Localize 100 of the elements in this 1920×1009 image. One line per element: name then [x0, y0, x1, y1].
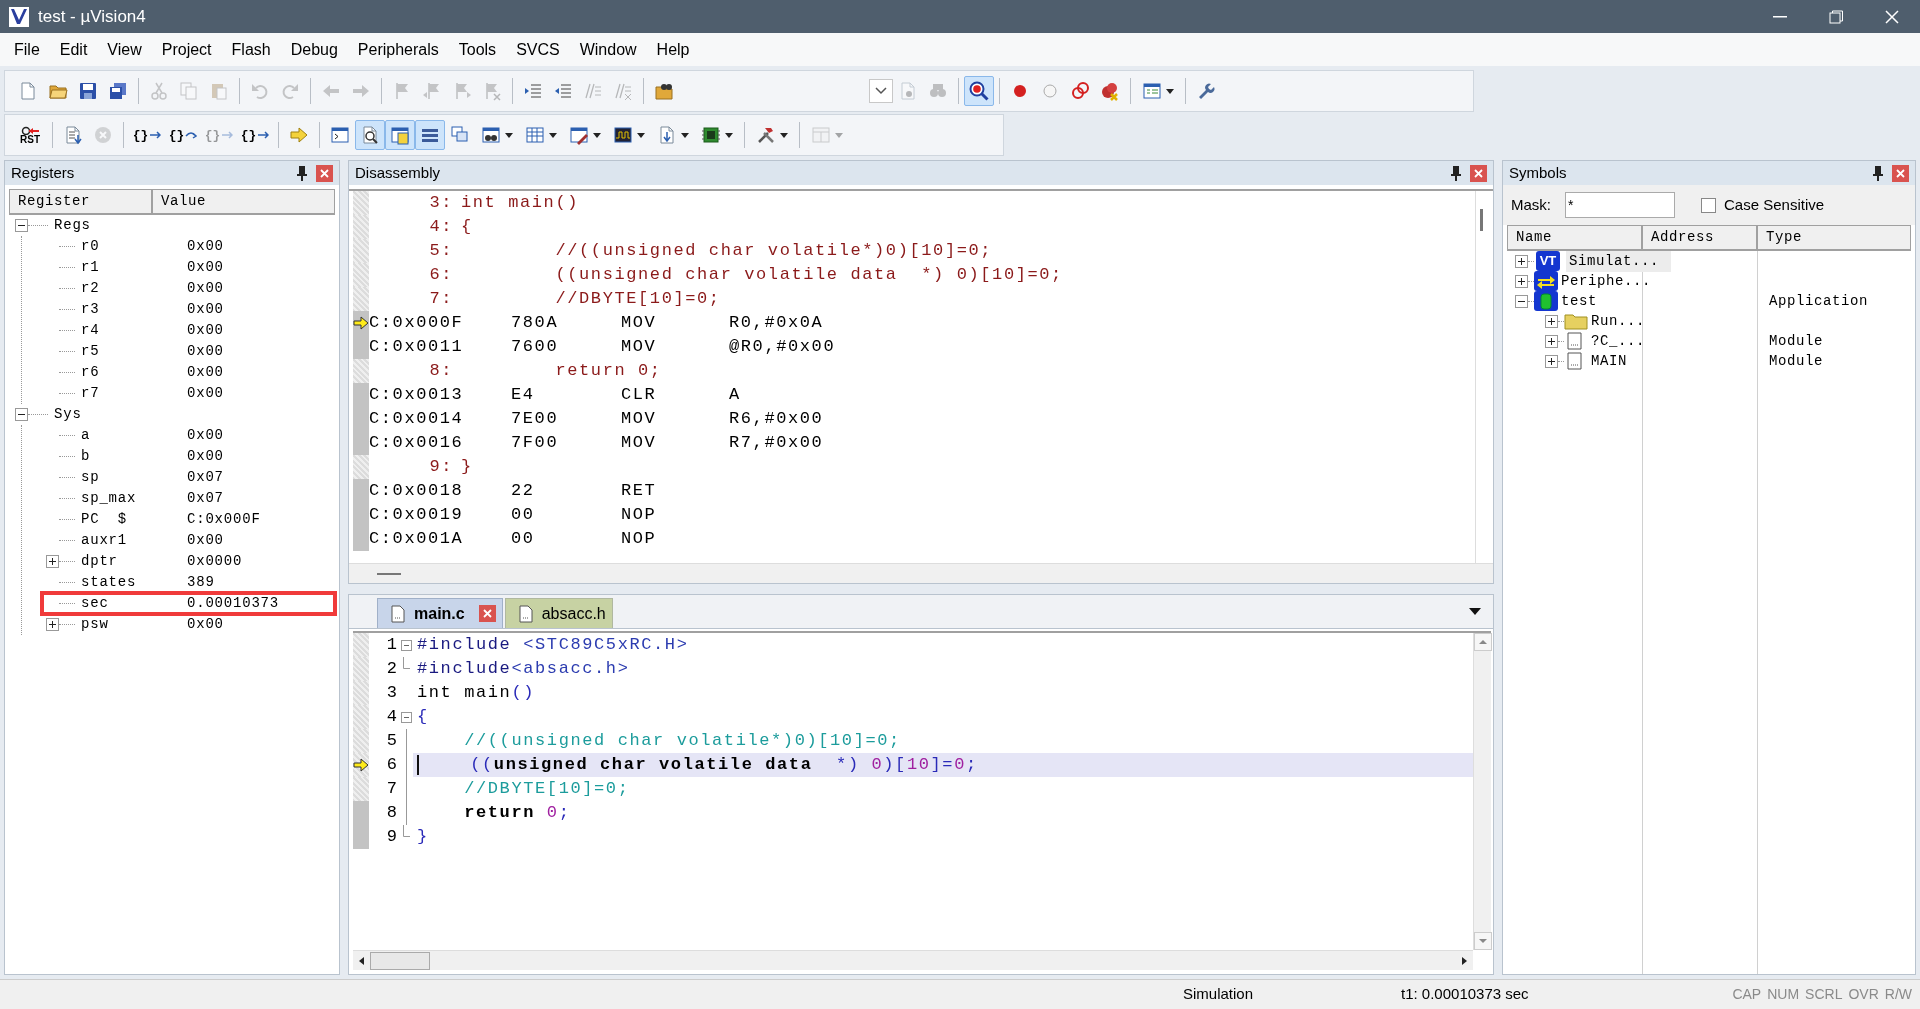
trace-window-icon	[657, 125, 677, 145]
menu-item[interactable]: Flash	[221, 33, 281, 66]
line-number: 9:	[428, 456, 453, 479]
scroll-thumb[interactable]	[370, 951, 430, 970]
scroll-thumb[interactable]	[377, 572, 401, 575]
debug-magnifier-icon	[969, 81, 989, 101]
panel-close-button[interactable]	[1892, 164, 1909, 182]
expand-toggle[interactable]	[15, 219, 28, 232]
stacked-windows-icon	[450, 125, 470, 145]
checkbox[interactable]	[1701, 197, 1716, 213]
tree-connector	[59, 393, 75, 394]
symbol-name[interactable]: Simulat...	[1566, 250, 1671, 272]
source-line: //((unsigned char volatile*)0)[10]=0;	[554, 240, 993, 263]
tree-connector	[59, 372, 75, 373]
expand-toggle[interactable]	[1545, 354, 1558, 368]
panel-close-button[interactable]	[1470, 164, 1487, 182]
register-name: r5	[81, 342, 100, 361]
expand-toggle[interactable]	[1545, 334, 1558, 348]
symbol-name[interactable]: Run...	[1588, 310, 1663, 332]
address: C:0x0011	[369, 336, 465, 359]
column-header[interactable]: Address	[1642, 225, 1757, 251]
plus-icon	[1547, 316, 1556, 326]
expand-toggle[interactable]	[1515, 254, 1528, 268]
register-name: dptr	[81, 552, 118, 571]
expand-toggle[interactable]	[46, 555, 59, 568]
panel-close-button[interactable]	[316, 164, 333, 182]
caret-icon	[780, 132, 788, 138]
column-header[interactable]: Type	[1757, 225, 1911, 251]
menu-item[interactable]: File	[4, 33, 50, 66]
symbol-window-button[interactable]	[385, 120, 415, 150]
menu-item[interactable]: Window	[569, 33, 647, 66]
reset-button[interactable]: RST	[13, 118, 47, 152]
expand-toggle[interactable]	[15, 408, 28, 421]
symbol-type: Module	[1769, 331, 1823, 351]
symbol-name[interactable]: ?C_...	[1588, 330, 1663, 352]
register-name: PC $	[81, 510, 127, 529]
menu-item[interactable]: SVCS	[506, 33, 570, 66]
scroll-thumb[interactable]	[1480, 209, 1483, 231]
horizontal-scrollbar[interactable]	[349, 563, 1493, 583]
step-into-button[interactable]: {}	[129, 120, 165, 150]
find-dropdown[interactable]	[869, 79, 893, 103]
menu-item[interactable]: Tools	[448, 33, 507, 66]
undo-icon	[250, 81, 270, 101]
symbol-name[interactable]: test	[1558, 290, 1663, 312]
step-over-button[interactable]: {}	[165, 120, 201, 150]
opcode: 7600	[511, 336, 560, 359]
memory-grid-icon	[525, 125, 545, 145]
folder-icon	[1564, 311, 1588, 331]
comment-icon	[583, 81, 603, 101]
status-text: Simulation	[1183, 984, 1255, 1005]
menu-item[interactable]: View	[97, 33, 152, 66]
symbol-name[interactable]: MAIN	[1588, 350, 1663, 372]
document-icon	[390, 604, 406, 623]
swap-arrows-icon	[1534, 271, 1558, 291]
gutter-cell	[353, 239, 369, 263]
register-name: states	[81, 573, 137, 592]
line-number: 9	[385, 826, 398, 849]
mnemonic: MOV	[621, 408, 658, 431]
line-number: 5:	[428, 240, 453, 263]
symbol-window-icon	[390, 125, 410, 145]
file-tab[interactable]: main.c	[377, 598, 503, 628]
window-list-icon	[1142, 81, 1162, 101]
chevron-icon	[875, 87, 887, 95]
save-icon	[78, 81, 98, 101]
menu-item[interactable]: Peripherals	[347, 33, 449, 66]
file-tab[interactable]: absacc.h	[504, 598, 613, 628]
line-number: 5	[385, 730, 398, 753]
hollow-circle-icon	[1040, 81, 1060, 101]
column-header[interactable]: Register	[9, 189, 152, 215]
column-header[interactable]: Name	[1507, 225, 1642, 251]
menu-item[interactable]: Edit	[49, 33, 98, 66]
vertical-scrollbar[interactable]	[1473, 633, 1491, 950]
expand-toggle[interactable]	[1515, 274, 1528, 288]
expand-toggle[interactable]	[46, 618, 59, 631]
debug-magnifier-button[interactable]	[964, 76, 994, 106]
tree-connector	[1558, 320, 1564, 322]
column-header[interactable]: Value	[152, 189, 335, 215]
mnemonic: NOP	[621, 528, 658, 551]
register-stack-button[interactable]	[415, 120, 445, 150]
expand-toggle[interactable]	[1515, 294, 1528, 308]
close-icon	[1896, 168, 1905, 178]
register-name: r7	[81, 384, 100, 403]
run-to-cursor-button[interactable]: {}	[237, 120, 273, 150]
caret-icon	[505, 132, 513, 138]
document-magnifier-button[interactable]	[355, 120, 385, 150]
menu-item[interactable]: Debug	[280, 33, 348, 66]
source-line: }	[461, 456, 473, 479]
menu-item[interactable]: Project	[151, 33, 222, 66]
mask-field[interactable]: *	[1565, 192, 1675, 218]
symbol-name[interactable]: Periphe...	[1558, 270, 1663, 292]
horizontal-scrollbar[interactable]	[353, 950, 1473, 970]
plus-icon	[1517, 256, 1526, 266]
stop-icon	[93, 125, 113, 145]
tab-close-button[interactable]	[478, 605, 496, 622]
menu-item[interactable]: Help	[646, 33, 700, 66]
expand-toggle[interactable]	[1545, 314, 1558, 328]
uncomment-icon	[613, 81, 633, 101]
fold-toggle-icon	[400, 639, 412, 651]
register-value: 0x07	[187, 468, 224, 487]
tree-connector	[59, 582, 75, 583]
